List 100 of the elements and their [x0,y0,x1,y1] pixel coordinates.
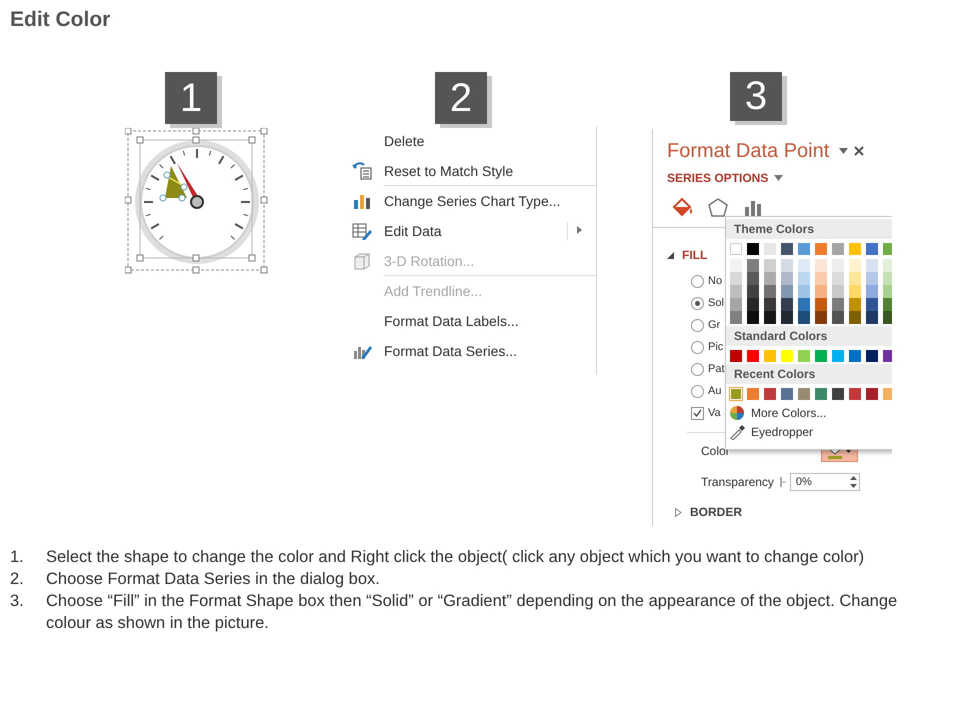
color-swatch[interactable] [798,388,810,400]
color-swatch[interactable] [883,285,892,298]
radio-button[interactable] [691,274,704,288]
color-swatch[interactable] [764,285,776,298]
color-swatch[interactable] [849,285,861,298]
section-header[interactable]: BORDER [690,505,742,520]
menu-item[interactable]: Format Data Labels... [384,313,519,329]
color-swatch[interactable] [883,311,892,324]
radio-button[interactable] [691,384,704,398]
color-swatch[interactable] [815,350,827,362]
checkbox[interactable] [691,406,704,420]
color-swatch[interactable] [798,243,810,256]
color-swatch[interactable] [883,259,892,272]
color-swatch[interactable] [815,285,827,298]
color-swatch[interactable] [764,350,776,362]
color-swatch[interactable] [883,350,892,362]
expand-icon[interactable] [675,508,682,517]
color-swatch[interactable] [832,285,844,298]
color-swatch[interactable] [866,388,878,400]
color-swatch[interactable] [883,388,892,400]
color-swatch[interactable] [747,311,759,324]
color-swatch[interactable] [764,272,776,286]
menu-item[interactable]: Edit Data [384,223,442,239]
dropdown-icon[interactable] [839,148,848,154]
color-swatch[interactable] [832,350,844,362]
color-swatch[interactable] [764,243,776,256]
color-swatch[interactable] [730,272,742,286]
color-swatch[interactable] [798,311,810,324]
slider-icon[interactable] [780,477,786,488]
color-swatch[interactable] [747,259,759,272]
color-swatch[interactable] [815,298,827,312]
color-swatch[interactable] [764,388,776,400]
color-swatch[interactable] [866,259,878,272]
color-swatch[interactable] [866,311,878,324]
color-swatch[interactable] [781,243,793,256]
color-swatch[interactable] [730,243,742,256]
color-swatch[interactable] [866,243,878,256]
color-swatch[interactable] [781,272,793,286]
color-swatch[interactable] [849,311,861,324]
color-swatch[interactable] [849,243,861,256]
color-swatch[interactable] [815,243,827,256]
color-swatch[interactable] [730,285,742,298]
color-swatch[interactable] [781,259,793,272]
color-swatch[interactable] [730,298,742,312]
color-swatch[interactable] [815,311,827,324]
menu-item[interactable]: Format Data Series... [384,343,518,359]
color-swatch[interactable] [815,272,827,286]
color-swatch[interactable] [832,259,844,272]
color-swatch[interactable] [849,350,861,362]
color-swatch[interactable] [730,350,742,362]
color-swatch[interactable] [747,298,759,312]
color-swatch[interactable] [832,388,844,400]
color-swatch[interactable] [832,298,844,312]
radio-button[interactable] [691,296,704,310]
color-swatch[interactable] [798,285,810,298]
color-swatch[interactable] [832,272,844,286]
caret-icon[interactable] [774,175,784,182]
color-swatch[interactable] [866,350,878,362]
radio-button[interactable] [691,362,704,376]
radio-button[interactable] [691,318,704,332]
color-swatch[interactable] [781,285,793,298]
color-swatch[interactable] [866,272,878,286]
color-swatch[interactable] [747,272,759,286]
color-swatch[interactable] [798,298,810,312]
color-swatch[interactable] [883,272,892,286]
color-swatch[interactable] [764,298,776,312]
color-swatch[interactable] [866,298,878,312]
color-swatch[interactable] [849,272,861,286]
pentagon-icon[interactable] [707,197,729,220]
color-swatch[interactable] [747,243,759,256]
collapse-icon[interactable] [667,252,674,259]
section-dropdown[interactable]: SERIES OPTIONS [667,171,768,186]
menu-item[interactable]: Eyedropper [751,424,814,439]
color-swatch[interactable] [730,259,742,272]
color-swatch[interactable] [798,259,810,272]
color-swatch[interactable] [747,350,759,362]
color-swatch[interactable] [883,243,892,256]
color-swatch[interactable] [747,388,759,400]
color-swatch[interactable] [764,259,776,272]
color-swatch[interactable] [781,388,793,400]
radio-button[interactable] [691,340,704,354]
input-field[interactable]: 0% [790,473,860,492]
color-swatch[interactable] [815,259,827,272]
color-swatch[interactable] [815,388,827,400]
color-swatch[interactable] [832,243,844,256]
section-header[interactable]: FILL [682,248,708,262]
color-swatch[interactable] [798,272,810,286]
close-icon[interactable] [854,146,864,156]
menu-item[interactable]: Change Series Chart Type... [384,193,560,209]
color-swatch[interactable] [730,311,742,324]
menu-item[interactable]: Delete [384,133,424,149]
color-swatch[interactable] [798,350,810,362]
spinner-icon[interactable] [850,475,857,490]
menu-item[interactable]: More Colors... [751,406,826,420]
color-swatch[interactable] [781,311,793,324]
color-swatch[interactable] [764,311,776,324]
color-swatch[interactable] [883,298,892,312]
color-swatch[interactable] [747,285,759,298]
color-swatch[interactable] [781,298,793,312]
color-swatch[interactable] [849,388,861,400]
